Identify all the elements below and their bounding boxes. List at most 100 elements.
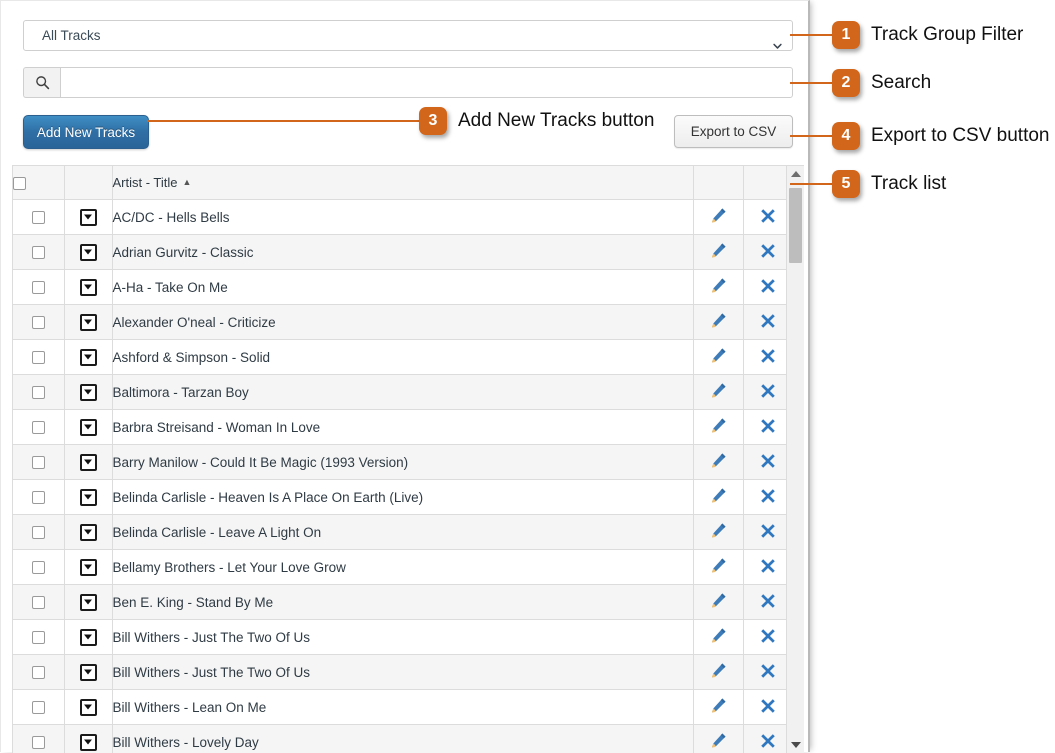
pencil-icon[interactable] bbox=[710, 382, 727, 399]
row-checkbox[interactable] bbox=[32, 631, 45, 644]
export-to-csv-button[interactable]: Export to CSV bbox=[674, 115, 793, 148]
table-row[interactable]: A-Ha - Take On Me bbox=[13, 270, 786, 305]
chevron-down-box-icon[interactable] bbox=[80, 279, 97, 296]
table-row[interactable]: Bill Withers - Lovely Day bbox=[13, 725, 786, 753]
table-row[interactable]: AC/DC - Hells Bells bbox=[13, 200, 786, 235]
table-row[interactable]: Belinda Carlisle - Heaven Is A Place On … bbox=[13, 480, 786, 515]
pencil-icon[interactable] bbox=[710, 277, 727, 294]
track-title-cell: Ashford & Simpson - Solid bbox=[112, 340, 693, 375]
x-cross-icon[interactable] bbox=[760, 488, 776, 504]
x-cross-icon[interactable] bbox=[760, 663, 776, 679]
x-cross-icon[interactable] bbox=[760, 558, 776, 574]
chevron-down-box-icon[interactable] bbox=[80, 349, 97, 366]
table-row[interactable]: Bellamy Brothers - Let Your Love Grow bbox=[13, 550, 786, 585]
x-cross-icon[interactable] bbox=[760, 313, 776, 329]
x-cross-icon[interactable] bbox=[760, 278, 776, 294]
table-row[interactable]: Barry Manilow - Could It Be Magic (1993 … bbox=[13, 445, 786, 480]
x-cross-icon[interactable] bbox=[760, 453, 776, 469]
table-row[interactable]: Bill Withers - Just The Two Of Us bbox=[13, 655, 786, 690]
track-list-scrollbar[interactable] bbox=[786, 166, 804, 753]
edit-track-cell bbox=[693, 305, 743, 340]
chevron-down-box-icon[interactable] bbox=[80, 454, 97, 471]
track-group-select[interactable]: All Tracks bbox=[23, 20, 793, 51]
pencil-icon[interactable] bbox=[710, 207, 727, 224]
scroll-down-arrow-icon[interactable] bbox=[787, 737, 804, 753]
table-row[interactable]: Barbra Streisand - Woman In Love bbox=[13, 410, 786, 445]
pencil-icon[interactable] bbox=[710, 487, 727, 504]
chevron-down-box-icon[interactable] bbox=[80, 664, 97, 681]
search-icon[interactable] bbox=[23, 67, 60, 98]
chevron-down-box-icon[interactable] bbox=[80, 314, 97, 331]
x-cross-icon[interactable] bbox=[760, 628, 776, 644]
row-checkbox[interactable] bbox=[32, 316, 45, 329]
row-checkbox[interactable] bbox=[32, 211, 45, 224]
row-menu-cell bbox=[64, 200, 112, 235]
callout-2-badge: 2 bbox=[832, 69, 860, 97]
pencil-icon[interactable] bbox=[710, 557, 727, 574]
table-row[interactable]: Baltimora - Tarzan Boy bbox=[13, 375, 786, 410]
row-select-cell bbox=[13, 620, 64, 655]
pencil-icon[interactable] bbox=[710, 312, 727, 329]
x-cross-icon[interactable] bbox=[760, 593, 776, 609]
table-row[interactable]: Ben E. King - Stand By Me bbox=[13, 585, 786, 620]
pencil-icon[interactable] bbox=[710, 732, 727, 749]
pencil-icon[interactable] bbox=[710, 417, 727, 434]
row-checkbox[interactable] bbox=[32, 456, 45, 469]
pencil-icon[interactable] bbox=[710, 452, 727, 469]
x-cross-icon[interactable] bbox=[760, 698, 776, 714]
row-checkbox[interactable] bbox=[32, 281, 45, 294]
chevron-down-box-icon[interactable] bbox=[80, 629, 97, 646]
chevron-down-box-icon[interactable] bbox=[80, 384, 97, 401]
select-all-checkbox[interactable] bbox=[13, 177, 26, 190]
x-cross-icon[interactable] bbox=[760, 243, 776, 259]
row-checkbox[interactable] bbox=[32, 421, 45, 434]
pencil-icon[interactable] bbox=[710, 347, 727, 364]
scrollbar-thumb[interactable] bbox=[789, 188, 802, 263]
x-cross-icon[interactable] bbox=[760, 348, 776, 364]
row-checkbox[interactable] bbox=[32, 386, 45, 399]
row-checkbox[interactable] bbox=[32, 666, 45, 679]
chevron-down-box-icon[interactable] bbox=[80, 244, 97, 261]
track-group-filter[interactable]: All Tracks bbox=[23, 20, 793, 51]
artist-title-column-header[interactable]: Artist - Title▲ bbox=[112, 166, 693, 200]
chevron-down-box-icon[interactable] bbox=[80, 699, 97, 716]
chevron-down-box-icon[interactable] bbox=[80, 209, 97, 226]
pencil-icon[interactable] bbox=[710, 662, 727, 679]
row-select-cell bbox=[13, 690, 64, 725]
table-row[interactable]: Bill Withers - Just The Two Of Us bbox=[13, 620, 786, 655]
chevron-down-box-icon[interactable] bbox=[80, 524, 97, 541]
chevron-down-box-icon[interactable] bbox=[80, 419, 97, 436]
search-input[interactable] bbox=[60, 67, 793, 98]
x-cross-icon[interactable] bbox=[760, 208, 776, 224]
pencil-icon[interactable] bbox=[710, 242, 727, 259]
row-menu-cell bbox=[64, 655, 112, 690]
table-row[interactable]: Ashford & Simpson - Solid bbox=[13, 340, 786, 375]
add-new-tracks-button[interactable]: Add New Tracks bbox=[23, 115, 149, 149]
x-cross-icon[interactable] bbox=[760, 383, 776, 399]
pencil-icon[interactable] bbox=[710, 522, 727, 539]
chevron-down-box-icon[interactable] bbox=[80, 734, 97, 751]
row-checkbox[interactable] bbox=[32, 491, 45, 504]
row-checkbox[interactable] bbox=[32, 701, 45, 714]
x-cross-icon[interactable] bbox=[760, 523, 776, 539]
row-menu-cell bbox=[64, 410, 112, 445]
table-row[interactable]: Alexander O'neal - Criticize bbox=[13, 305, 786, 340]
row-checkbox[interactable] bbox=[32, 596, 45, 609]
table-row[interactable]: Adrian Gurvitz - Classic bbox=[13, 235, 786, 270]
row-checkbox[interactable] bbox=[32, 246, 45, 259]
row-checkbox[interactable] bbox=[32, 526, 45, 539]
x-cross-icon[interactable] bbox=[760, 733, 776, 749]
delete-track-cell bbox=[743, 620, 786, 655]
table-row[interactable]: Belinda Carlisle - Leave A Light On bbox=[13, 515, 786, 550]
x-cross-icon[interactable] bbox=[760, 418, 776, 434]
row-checkbox[interactable] bbox=[32, 736, 45, 749]
pencil-icon[interactable] bbox=[710, 697, 727, 714]
chevron-down-box-icon[interactable] bbox=[80, 489, 97, 506]
pencil-icon[interactable] bbox=[710, 592, 727, 609]
pencil-icon[interactable] bbox=[710, 627, 727, 644]
row-checkbox[interactable] bbox=[32, 351, 45, 364]
table-row[interactable]: Bill Withers - Lean On Me bbox=[13, 690, 786, 725]
row-checkbox[interactable] bbox=[32, 561, 45, 574]
chevron-down-box-icon[interactable] bbox=[80, 559, 97, 576]
chevron-down-box-icon[interactable] bbox=[80, 594, 97, 611]
